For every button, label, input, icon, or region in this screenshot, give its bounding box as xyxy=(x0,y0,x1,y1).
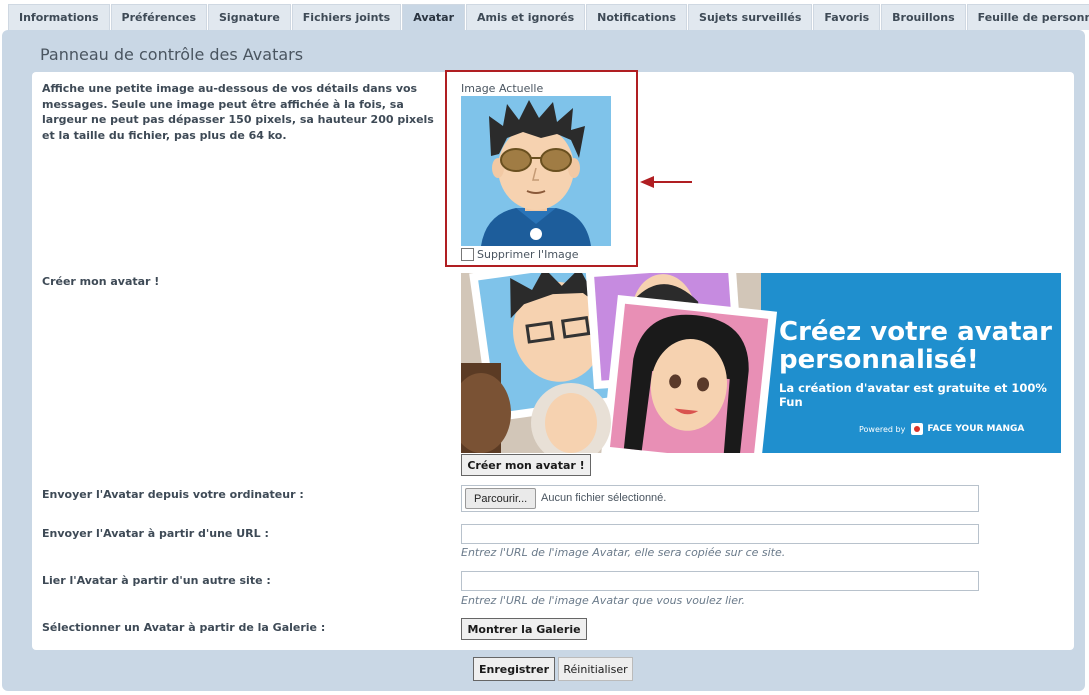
upload-url-input[interactable] xyxy=(461,524,979,544)
tab-preferences[interactable]: Préférences xyxy=(110,4,207,30)
upload-computer-label: Envoyer l'Avatar depuis votre ordinateur… xyxy=(42,488,304,501)
page-title: Panneau de contrôle des Avatars xyxy=(40,45,304,64)
banner-title-line1: Créez votre avatar xyxy=(779,317,1052,347)
fym-logo-icon xyxy=(911,423,924,435)
create-avatar-button[interactable]: Créer mon avatar ! xyxy=(461,454,591,476)
create-avatar-label: Créer mon avatar ! xyxy=(42,275,160,288)
banner-powered-by: Powered by xyxy=(859,424,906,434)
browse-button[interactable]: Parcourir... xyxy=(465,488,537,509)
current-avatar-image xyxy=(461,96,611,246)
reset-button[interactable]: Réinitialiser xyxy=(558,657,633,681)
upload-url-hint: Entrez l'URL de l'image Avatar, elle ser… xyxy=(461,546,786,559)
face-your-manga-banner[interactable]: Créez votre avatar personnalisé! La créa… xyxy=(461,273,1061,453)
gallery-label: Sélectionner un Avatar à partir de la Ga… xyxy=(42,621,326,634)
tab-watched-topics[interactable]: Sujets surveillés xyxy=(688,4,813,30)
link-url-input[interactable] xyxy=(461,571,979,591)
tab-notifications[interactable]: Notifications xyxy=(586,4,688,30)
tab-attachments[interactable]: Fichiers joints xyxy=(291,4,402,30)
delete-image-checkbox[interactable] xyxy=(461,248,474,261)
delete-image-row: Supprimer l'Image xyxy=(461,248,579,261)
save-button[interactable]: Enregistrer xyxy=(473,657,555,681)
link-url-label: Lier l'Avatar à partir d'un autre site : xyxy=(42,574,271,587)
banner-subtitle: La création d'avatar est gratuite et 100… xyxy=(779,381,1047,409)
tab-avatar[interactable]: Avatar xyxy=(402,4,466,30)
delete-image-label: Supprimer l'Image xyxy=(477,248,579,261)
tab-character-sheet[interactable]: Feuille de personnage xyxy=(966,4,1089,30)
tab-signature[interactable]: Signature xyxy=(208,4,291,30)
current-image-label: Image Actuelle xyxy=(461,82,544,95)
tab-bookmarks[interactable]: Favoris xyxy=(813,4,881,30)
file-status: Aucun fichier sélectionné. xyxy=(541,492,667,504)
banner-title-line2: personnalisé! xyxy=(779,345,979,375)
banner-brand: FACE YOUR MANGA xyxy=(927,424,1025,434)
show-gallery-button[interactable]: Montrer la Galerie xyxy=(461,618,587,640)
file-upload-field: Parcourir... Aucun fichier sélectionné. xyxy=(461,485,979,512)
tab-informations[interactable]: Informations xyxy=(8,4,110,30)
tab-friends-foes[interactable]: Amis et ignorés xyxy=(466,4,586,30)
link-url-hint: Entrez l'URL de l'image Avatar que vous … xyxy=(461,594,745,607)
tab-drafts[interactable]: Brouillons xyxy=(881,4,966,30)
upload-url-label: Envoyer l'Avatar à partir d'une URL : xyxy=(42,527,269,540)
arrow-left-icon xyxy=(640,176,692,188)
avatar-description: Affiche une petite image au-dessous de v… xyxy=(42,82,434,142)
tab-bar: Informations Préférences Signature Fichi… xyxy=(8,4,1089,30)
